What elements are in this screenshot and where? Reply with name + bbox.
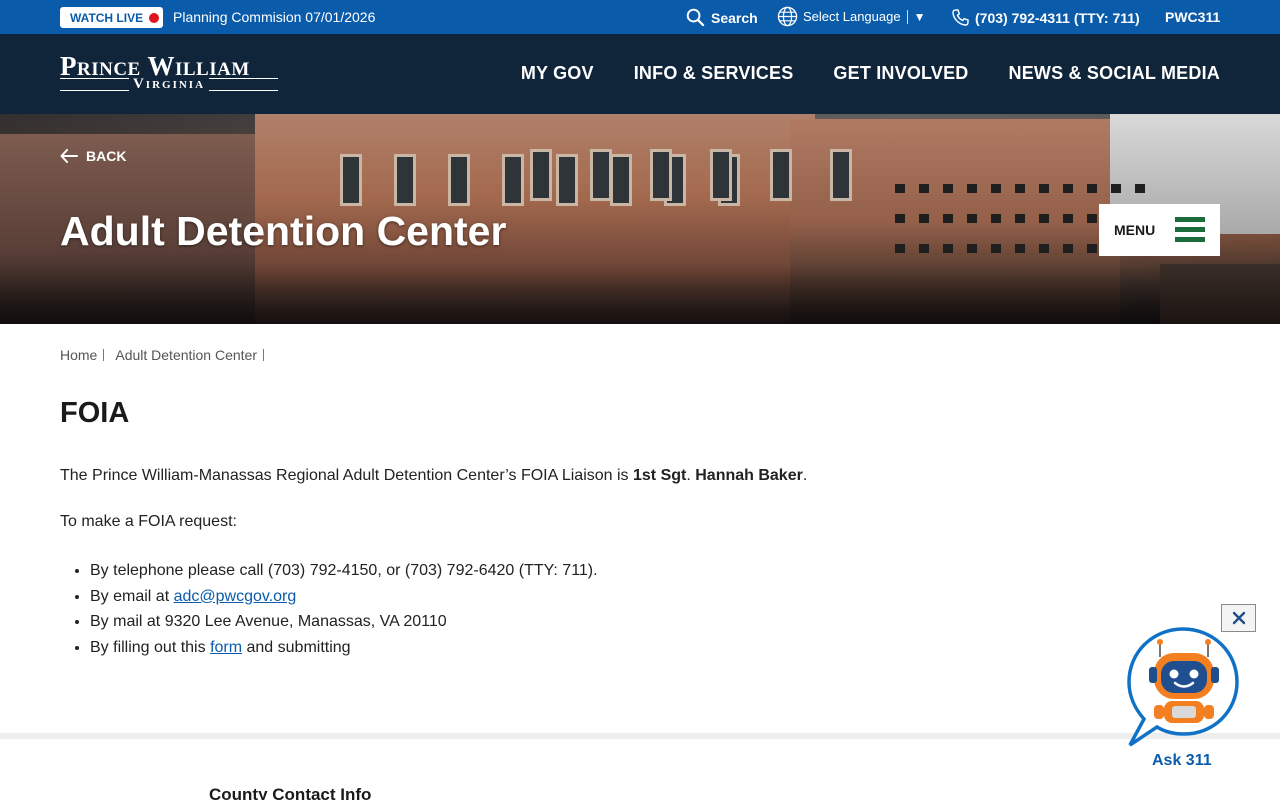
robot-icon bbox=[1127, 627, 1239, 747]
phone-link[interactable]: (703) 792-4311 (TTY: 711) bbox=[951, 8, 1140, 27]
list-item-email: By email at adc@pwcgov.org bbox=[90, 584, 598, 610]
request-lead: To make a FOIA request: bbox=[60, 513, 237, 530]
live-dot-icon bbox=[149, 12, 160, 23]
logo-sub-text: Virginia bbox=[60, 76, 278, 92]
section-heading: FOIA bbox=[60, 397, 130, 429]
ask-311-label[interactable]: Ask 311 bbox=[1152, 752, 1212, 770]
nav-my-gov[interactable]: MY GOV bbox=[521, 63, 594, 84]
footer-divider bbox=[0, 733, 1280, 739]
list-item-form: By filling out this form and submitting bbox=[90, 635, 598, 661]
menu-label: MENU bbox=[1114, 222, 1156, 238]
liaison-separator: . bbox=[686, 467, 696, 484]
chatbot-widget[interactable] bbox=[1126, 627, 1240, 749]
form-link[interactable]: form bbox=[210, 639, 242, 656]
back-arrow-icon bbox=[60, 149, 78, 163]
search-label: Search bbox=[711, 9, 758, 26]
menu-button[interactable]: MENU bbox=[1099, 204, 1220, 256]
page-title: Adult Detention Center bbox=[60, 208, 507, 254]
language-selector[interactable]: Select Language ▼ bbox=[777, 6, 925, 27]
request-methods-list: By telephone please call (703) 792-4150,… bbox=[90, 558, 598, 661]
search-button[interactable]: Search bbox=[686, 8, 758, 27]
breadcrumb: Home Adult Detention Center bbox=[60, 347, 275, 363]
watch-live-button[interactable]: WATCH LIVE bbox=[60, 7, 163, 28]
nav-info-services[interactable]: INFO & SERVICES bbox=[634, 63, 794, 84]
county-logo[interactable]: Prince William Virginia bbox=[60, 52, 278, 92]
email-link[interactable]: adc@pwcgov.org bbox=[174, 588, 297, 605]
hero-windows-upper-right bbox=[530, 149, 852, 201]
liaison-name: Hannah Baker bbox=[695, 467, 803, 484]
liaison-paragraph: The Prince William-Manassas Regional Adu… bbox=[60, 467, 807, 485]
breadcrumb-divider bbox=[263, 349, 264, 361]
globe-icon bbox=[777, 6, 798, 27]
phone-number: (703) 792-4311 (TTY: 711) bbox=[975, 9, 1140, 26]
hero-shade bbox=[0, 264, 1280, 324]
hamburger-icon bbox=[1175, 217, 1205, 242]
nav-get-involved[interactable]: GET INVOLVED bbox=[833, 63, 968, 84]
chevron-down-icon: ▼ bbox=[913, 9, 926, 24]
search-icon bbox=[686, 8, 705, 27]
footer-contact-heading: County Contact Info bbox=[209, 785, 372, 800]
intro-suffix: . bbox=[802, 467, 808, 484]
language-label: Select Language bbox=[803, 9, 901, 24]
liaison-rank: 1st Sgt bbox=[633, 467, 687, 484]
breadcrumb-home[interactable]: Home bbox=[60, 347, 97, 363]
pwc311-link[interactable]: PWC311 bbox=[1165, 9, 1220, 25]
hero-windows-right-row1 bbox=[895, 184, 1145, 193]
intro-text: The Prince William-Manassas Regional Adu… bbox=[60, 467, 633, 484]
list-item-phone: By telephone please call (703) 792-4150,… bbox=[90, 558, 598, 584]
breadcrumb-current[interactable]: Adult Detention Center bbox=[115, 347, 257, 363]
main-navigation: Prince William Virginia MY GOV INFO & SE… bbox=[0, 34, 1280, 114]
language-divider bbox=[906, 9, 908, 24]
top-utility-bar: WATCH LIVE Planning Commision 07/01/2026… bbox=[0, 0, 1280, 34]
nav-links: MY GOV INFO & SERVICES GET INVOLVED NEWS… bbox=[521, 63, 1220, 84]
hero-banner: BACK Adult Detention Center MENU bbox=[0, 114, 1280, 324]
watch-live-label: WATCH LIVE bbox=[70, 10, 144, 25]
live-event-link[interactable]: Planning Commision 07/01/2026 bbox=[173, 9, 375, 25]
back-link[interactable]: BACK bbox=[60, 148, 126, 164]
phone-icon bbox=[952, 9, 969, 26]
breadcrumb-divider bbox=[103, 349, 105, 361]
close-icon bbox=[1232, 611, 1245, 625]
list-item-mail: By mail at 9320 Lee Avenue, Manassas, VA… bbox=[90, 609, 598, 635]
back-label: BACK bbox=[86, 148, 127, 164]
nav-news-social-media[interactable]: NEWS & SOCIAL MEDIA bbox=[1009, 63, 1220, 84]
